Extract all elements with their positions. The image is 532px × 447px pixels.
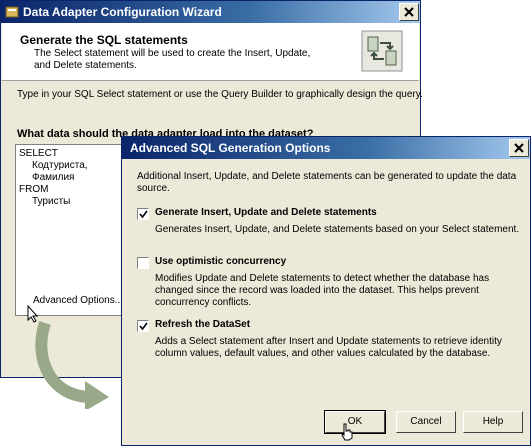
wizard-instructions: Type in your SQL Select statement or use… bbox=[17, 89, 423, 100]
dialog-title: Advanced SQL Generation Options bbox=[130, 141, 331, 155]
optimistic-concurrency-checkbox[interactable] bbox=[137, 257, 149, 269]
sql-line: Кодтуриста, bbox=[32, 160, 88, 171]
dialog-body: Additional Insert, Update, and Delete st… bbox=[123, 159, 529, 444]
option-label[interactable]: Use optimistic concurrency bbox=[155, 256, 286, 267]
sql-line: Туристы bbox=[32, 196, 71, 207]
cancel-button[interactable]: Cancel bbox=[396, 411, 456, 433]
dialog-intro: Additional Insert, Update, and Delete st… bbox=[137, 171, 517, 194]
generate-statements-checkbox[interactable] bbox=[137, 208, 149, 220]
wizard-title: Data Adapter Configuration Wizard bbox=[23, 5, 222, 19]
wizard-titlebar: Data Adapter Configuration Wizard bbox=[1, 1, 420, 23]
dialog-titlebar: Advanced SQL Generation Options bbox=[122, 137, 530, 159]
advanced-options-dialog: Advanced SQL Generation Options Addition… bbox=[121, 136, 531, 446]
sql-line: Фамилия bbox=[32, 172, 75, 183]
wizard-close-button[interactable] bbox=[399, 3, 419, 21]
wizard-graphic-icon bbox=[361, 30, 403, 72]
option-description: Modifies Update and Delete statements to… bbox=[155, 273, 490, 308]
advanced-options-button[interactable]: Advanced Options... bbox=[33, 295, 123, 306]
refresh-dataset-checkbox[interactable] bbox=[137, 320, 149, 332]
checkmark-icon bbox=[139, 210, 148, 219]
wizard-step-description: The Select statement will be used to cre… bbox=[34, 48, 311, 71]
wizard-app-icon bbox=[5, 6, 19, 18]
sql-line: SELECT bbox=[19, 148, 58, 159]
sql-line: FROM bbox=[19, 184, 49, 195]
help-button[interactable]: Help bbox=[463, 411, 523, 433]
option-description: Generates Insert, Update, and Delete sta… bbox=[155, 224, 520, 235]
option-description: Adds a Select statement after Insert and… bbox=[155, 336, 502, 359]
close-icon bbox=[404, 7, 414, 17]
wizard-header: Generate the SQL statements The Select s… bbox=[2, 23, 419, 81]
wizard-step-title: Generate the SQL statements bbox=[20, 33, 188, 47]
ok-button[interactable]: OK bbox=[324, 410, 386, 434]
dialog-close-button[interactable] bbox=[509, 139, 529, 157]
close-icon bbox=[514, 143, 524, 153]
checkmark-icon bbox=[139, 322, 148, 331]
curved-arrow-icon bbox=[35, 321, 109, 409]
option-label[interactable]: Generate Insert, Update and Delete state… bbox=[155, 207, 377, 218]
hand-cursor-icon bbox=[341, 423, 353, 441]
option-label[interactable]: Refresh the DataSet bbox=[155, 319, 250, 330]
